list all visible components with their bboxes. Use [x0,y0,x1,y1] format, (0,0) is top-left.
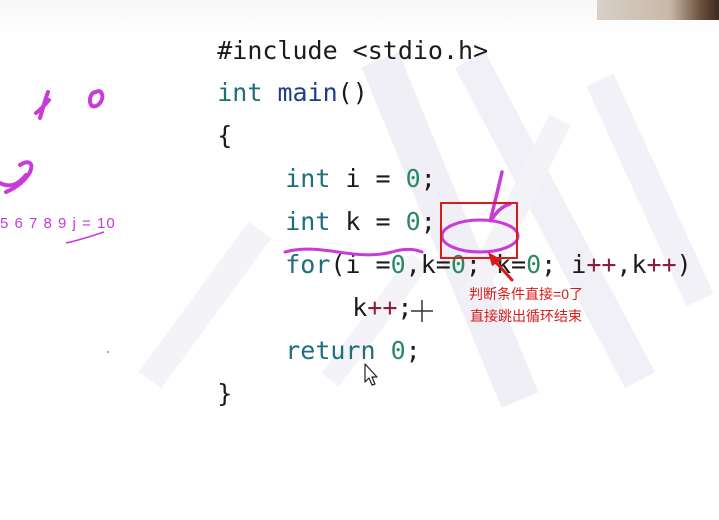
pen-underline-j [65,231,105,244]
mouse-pointer-icon [364,363,378,386]
pen-circle-condition [440,218,520,254]
pen-stroke-one-zero [34,89,105,120]
pen-checkmark-condition [488,170,512,223]
arrow-up-icon [488,252,514,282]
stray-dot [107,351,109,353]
pen-stroke-checkmark-left [0,160,34,194]
screen-stage: #include <stdio.h> int main() { int i = … [0,0,719,520]
pen-underline-init [283,247,424,257]
annotation-overlay [0,89,520,386]
crosshair-icon [411,300,433,322]
highlight-box [440,202,518,259]
